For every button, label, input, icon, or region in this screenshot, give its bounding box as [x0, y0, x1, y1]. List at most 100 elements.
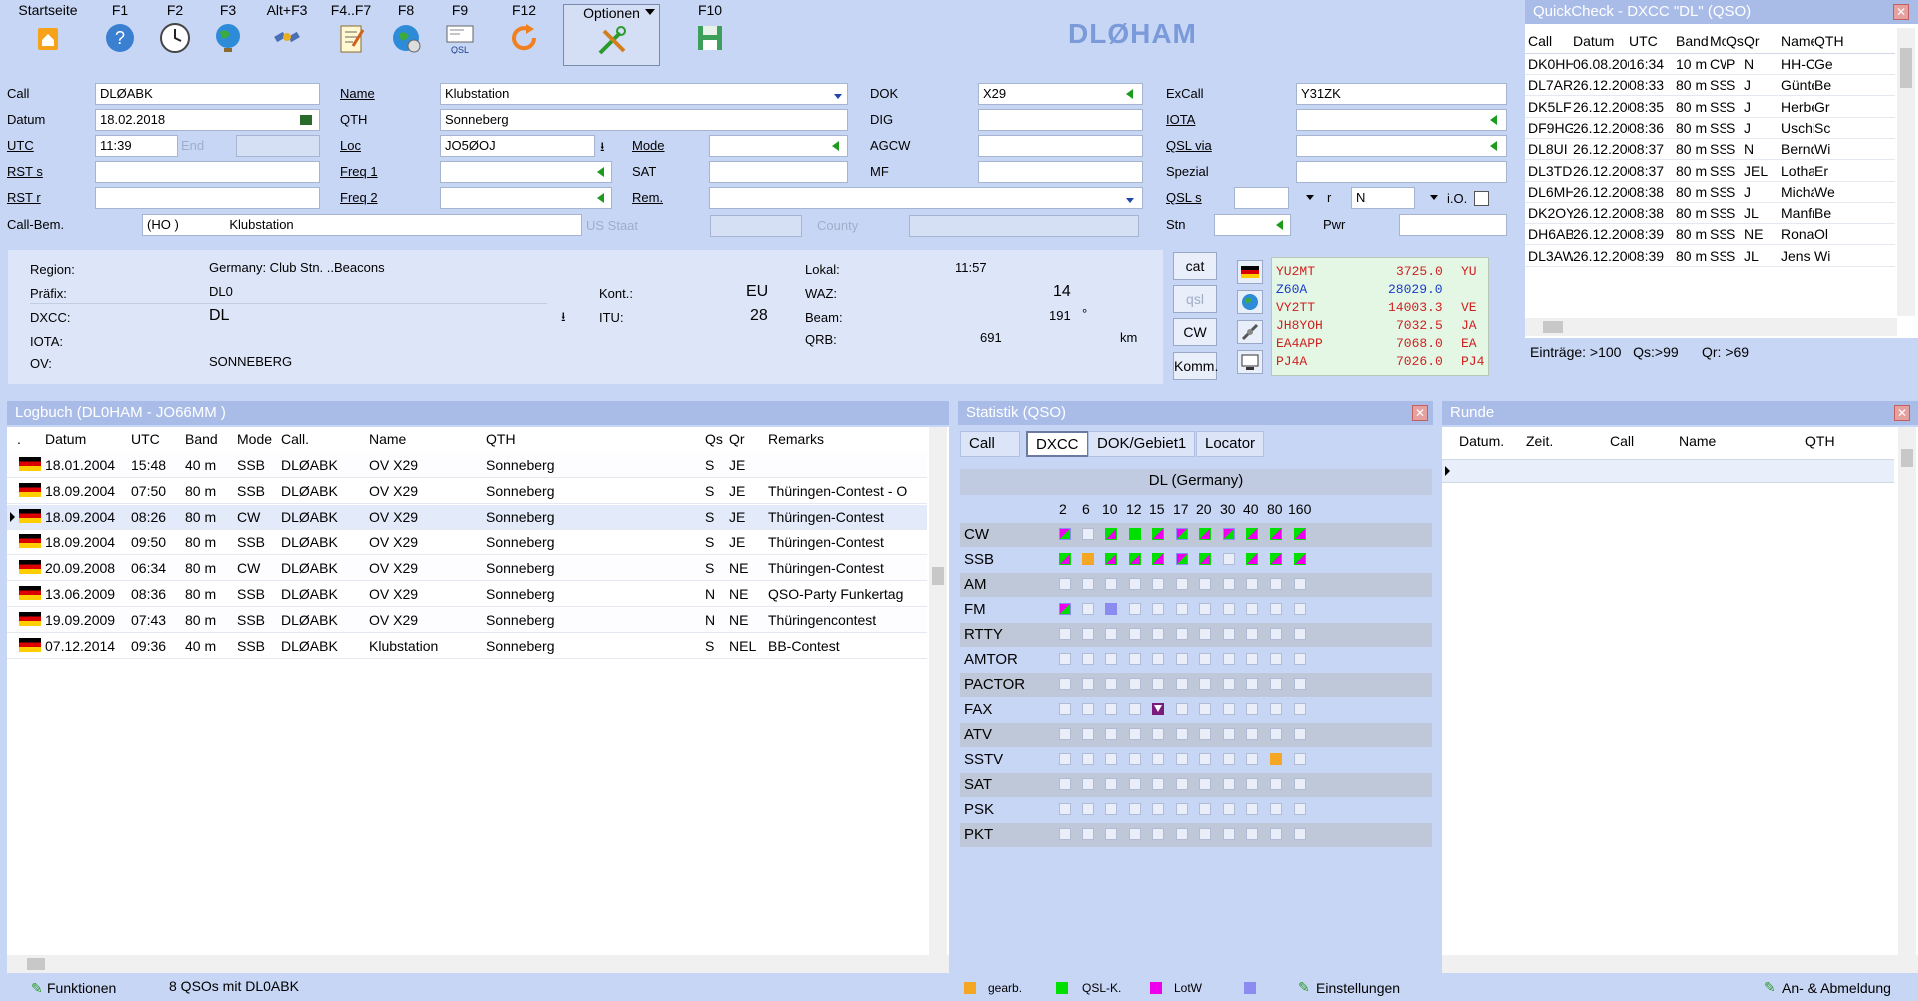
toolbar-f2-button[interactable]: F2: [155, 0, 195, 54]
band-cell[interactable]: [1176, 528, 1188, 540]
band-cell[interactable]: [1223, 828, 1235, 840]
band-cell[interactable]: [1246, 528, 1258, 540]
band-cell[interactable]: [1082, 678, 1094, 690]
close-icon[interactable]: ✕: [1894, 405, 1910, 421]
band-cell[interactable]: [1082, 778, 1094, 790]
band-cell[interactable]: [1105, 828, 1117, 840]
band-cell[interactable]: [1246, 603, 1258, 615]
dx-spot-row[interactable]: EA4APP 7068.0 EA: [1276, 336, 1486, 354]
band-cell[interactable]: [1294, 753, 1306, 765]
band-cell[interactable]: [1152, 653, 1164, 665]
globe-button[interactable]: [1237, 290, 1263, 314]
flag-button[interactable]: [1237, 260, 1263, 284]
band-cell[interactable]: [1270, 628, 1282, 640]
qslvia-input[interactable]: [1296, 135, 1507, 157]
band-cell[interactable]: [1270, 728, 1282, 740]
dx-spot-row[interactable]: YU2MT 3725.0 YU: [1276, 264, 1486, 282]
band-cell[interactable]: [1152, 578, 1164, 590]
band-cell[interactable]: [1176, 553, 1188, 565]
band-cell[interactable]: [1294, 578, 1306, 590]
band-cell[interactable]: [1199, 728, 1211, 740]
band-cell[interactable]: [1059, 528, 1071, 540]
band-cell[interactable]: [1129, 778, 1141, 790]
pwr-input[interactable]: [1399, 214, 1507, 236]
loc-input[interactable]: JO5ØOJ: [440, 135, 595, 157]
band-cell[interactable]: [1129, 653, 1141, 665]
qsls-dropdown-icon[interactable]: [1306, 195, 1314, 200]
dx-spot-row[interactable]: PJ4A 7026.0 PJ4: [1276, 354, 1486, 372]
scroll-thumb[interactable]: [932, 567, 944, 585]
band-cell[interactable]: [1270, 553, 1282, 565]
band-cell[interactable]: [1152, 678, 1164, 690]
utc-input[interactable]: 11:39: [95, 135, 178, 157]
band-cell[interactable]: [1246, 828, 1258, 840]
quickcheck-row[interactable]: DF9HG26.12.200208:36 80 mSSBSJ UschiSc: [1525, 118, 1895, 139]
band-cell[interactable]: [1176, 603, 1188, 615]
band-cell[interactable]: [1105, 803, 1117, 815]
logbook-header[interactable]: Name: [369, 431, 406, 447]
quickcheck-row[interactable]: DH6AB26.12.200208:39 80 mSSBS NE RonaltOl: [1525, 224, 1895, 246]
band-cell[interactable]: [1270, 803, 1282, 815]
qslr-dropdown-icon[interactable]: [1430, 195, 1438, 200]
toolbar-f4f7-button[interactable]: F4..F7: [326, 0, 376, 54]
band-cell[interactable]: [1176, 828, 1188, 840]
toolbar-f12-button[interactable]: F12: [502, 0, 546, 54]
band-cell[interactable]: [1129, 828, 1141, 840]
table-row[interactable]: 13.06.2009 08:36 80 m SSB DLØABK OV X29 Sonneb…: [7, 582, 927, 607]
freq2-arrow-icon[interactable]: [597, 193, 604, 203]
quickcheck-header[interactable]: UTC: [1629, 33, 1675, 49]
qth-input[interactable]: Sonneberg: [440, 109, 848, 131]
band-cell[interactable]: [1223, 803, 1235, 815]
round-vscroll[interactable]: [1898, 427, 1916, 955]
band-cell[interactable]: [1059, 753, 1071, 765]
band-cell[interactable]: [1129, 728, 1141, 740]
band-cell[interactable]: [1059, 628, 1071, 640]
qsls-input[interactable]: [1234, 187, 1289, 209]
band-cell[interactable]: [1199, 653, 1211, 665]
band-cell[interactable]: [1082, 628, 1094, 640]
logbook-header[interactable]: Qr: [729, 431, 745, 447]
band-cell[interactable]: [1270, 828, 1282, 840]
band-cell[interactable]: [1129, 678, 1141, 690]
quickcheck-row[interactable]: DL3TD26.12.200208:37 80 mSSBS JEL LotharEr: [1525, 161, 1895, 182]
dx-spot-row[interactable]: Z60A 28029.0: [1276, 282, 1486, 300]
band-cell[interactable]: [1082, 703, 1094, 715]
table-row[interactable]: 18.09.2004 07:50 80 m SSB DLØABK OV X29 Sonneb…: [7, 478, 927, 504]
logbook-hscroll[interactable]: [7, 955, 949, 973]
satellite-button[interactable]: [1237, 320, 1263, 344]
band-cell[interactable]: [1270, 703, 1282, 715]
excall-input[interactable]: Y31ZK: [1296, 83, 1507, 105]
band-cell[interactable]: [1152, 703, 1164, 715]
band-cell[interactable]: [1270, 653, 1282, 665]
band-cell[interactable]: [1270, 528, 1282, 540]
dx-spot-row[interactable]: VY2TT 14003.3 VE: [1276, 300, 1486, 318]
band-cell[interactable]: [1270, 678, 1282, 690]
toolbar-f8-button[interactable]: F8: [386, 0, 426, 54]
band-cell[interactable]: [1246, 778, 1258, 790]
name-dropdown-icon[interactable]: [834, 94, 842, 99]
logbook-header[interactable]: Datum: [45, 431, 86, 447]
cw-button[interactable]: CW: [1173, 318, 1217, 346]
band-cell[interactable]: [1152, 828, 1164, 840]
tab-dxcc[interactable]: DXCC: [1026, 431, 1089, 457]
band-cell[interactable]: [1199, 828, 1211, 840]
band-cell[interactable]: [1246, 578, 1258, 590]
band-cell[interactable]: [1059, 553, 1071, 565]
band-cell[interactable]: [1082, 828, 1094, 840]
band-cell[interactable]: [1152, 553, 1164, 565]
band-cell[interactable]: [1059, 803, 1071, 815]
name-input[interactable]: Klubstation: [440, 83, 848, 105]
quickcheck-header[interactable]: Band: [1676, 33, 1710, 49]
band-cell[interactable]: [1082, 753, 1094, 765]
band-cell[interactable]: [1270, 753, 1282, 765]
band-cell[interactable]: [1223, 778, 1235, 790]
band-cell[interactable]: [1176, 628, 1188, 640]
band-cell[interactable]: [1294, 678, 1306, 690]
band-cell[interactable]: [1223, 603, 1235, 615]
band-cell[interactable]: [1294, 828, 1306, 840]
stn-arrow-icon[interactable]: [1276, 220, 1283, 230]
band-cell[interactable]: [1176, 653, 1188, 665]
quickcheck-header[interactable]: Mode: [1710, 33, 1726, 49]
band-cell[interactable]: [1294, 728, 1306, 740]
band-cell[interactable]: [1059, 703, 1071, 715]
